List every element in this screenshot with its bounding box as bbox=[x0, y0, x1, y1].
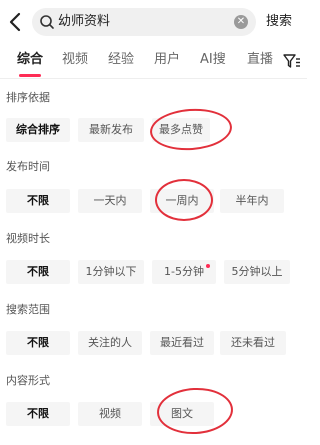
time-option-half-year[interactable]: 半年内 bbox=[220, 189, 284, 213]
content-option-any[interactable]: 不限 bbox=[6, 402, 70, 426]
content-option-image-text[interactable]: 图文 bbox=[150, 402, 214, 426]
scope-option-recently-viewed[interactable]: 最近看过 bbox=[150, 331, 214, 355]
clear-icon[interactable]: ✕ bbox=[234, 15, 248, 29]
sort-option-latest[interactable]: 最新发布 bbox=[78, 118, 144, 142]
search-button[interactable]: 搜索 bbox=[266, 13, 292, 31]
time-section-title: 发布时间 bbox=[6, 160, 50, 173]
search-query-text: 幼师资料 bbox=[58, 14, 111, 29]
top-bar: 幼师资料 ✕ 搜索 bbox=[0, 0, 307, 44]
scope-option-not-viewed[interactable]: 还未看过 bbox=[220, 331, 286, 355]
back-arrow-icon[interactable] bbox=[6, 10, 26, 34]
sort-section-title: 排序依据 bbox=[6, 91, 50, 104]
category-tabs: 综合 视频 经验 用户 AI搜 直播 bbox=[0, 44, 307, 78]
duration-option-under-1-min[interactable]: 1分钟以下 bbox=[78, 260, 144, 284]
duration-option-any[interactable]: 不限 bbox=[6, 260, 70, 284]
search-input[interactable]: 幼师资料 ✕ bbox=[32, 8, 256, 36]
scope-option-any[interactable]: 不限 bbox=[6, 331, 70, 355]
tabs-divider bbox=[0, 78, 307, 79]
scope-section-title: 搜索范围 bbox=[6, 303, 50, 316]
time-option-one-week[interactable]: 一周内 bbox=[150, 189, 214, 213]
content-section-title: 内容形式 bbox=[6, 374, 50, 387]
filter-icon[interactable] bbox=[283, 53, 301, 69]
sort-option-most-liked[interactable]: 最多点赞 bbox=[152, 118, 210, 142]
content-option-video[interactable]: 视频 bbox=[78, 402, 142, 426]
duration-option-over-5-min[interactable]: 5分钟以上 bbox=[224, 260, 290, 284]
search-icon bbox=[40, 15, 54, 29]
active-tab-indicator bbox=[19, 74, 41, 77]
time-option-one-day[interactable]: 一天内 bbox=[78, 189, 142, 213]
duration-section-title: 视频时长 bbox=[6, 232, 50, 245]
scope-option-following[interactable]: 关注的人 bbox=[78, 331, 142, 355]
tab-ai-search[interactable]: AI搜 bbox=[200, 51, 226, 69]
sort-option-comprehensive[interactable]: 综合排序 bbox=[6, 118, 70, 142]
time-option-any[interactable]: 不限 bbox=[6, 189, 70, 213]
tab-all[interactable]: 综合 bbox=[17, 51, 43, 69]
tab-video[interactable]: 视频 bbox=[62, 51, 88, 69]
tab-users[interactable]: 用户 bbox=[154, 51, 180, 69]
new-indicator-dot bbox=[206, 264, 210, 268]
tab-experience[interactable]: 经验 bbox=[108, 51, 134, 69]
